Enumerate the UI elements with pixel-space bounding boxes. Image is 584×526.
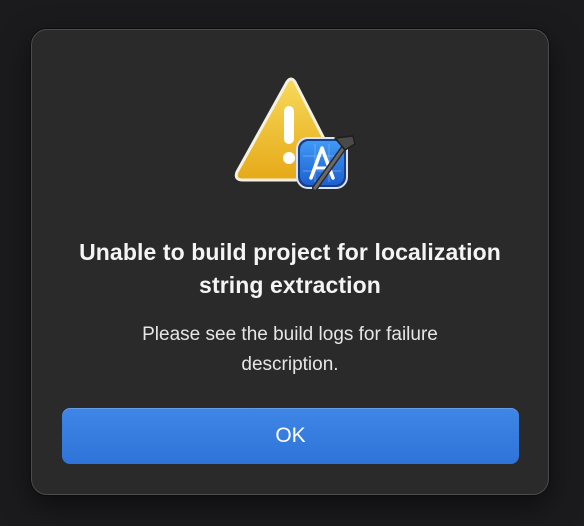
ok-button[interactable]: OK	[62, 408, 519, 464]
alert-dialog: Unable to build project for localization…	[31, 29, 549, 495]
screen: Unable to build project for localization…	[0, 0, 584, 526]
warning-triangle-icon	[234, 77, 356, 191]
alert-message: Please see the build logs for failure de…	[142, 324, 438, 375]
alert-icon-group	[229, 76, 359, 198]
xcode-badge-icon	[296, 135, 356, 191]
alert-title: Unable to build project for localization…	[79, 239, 501, 298]
